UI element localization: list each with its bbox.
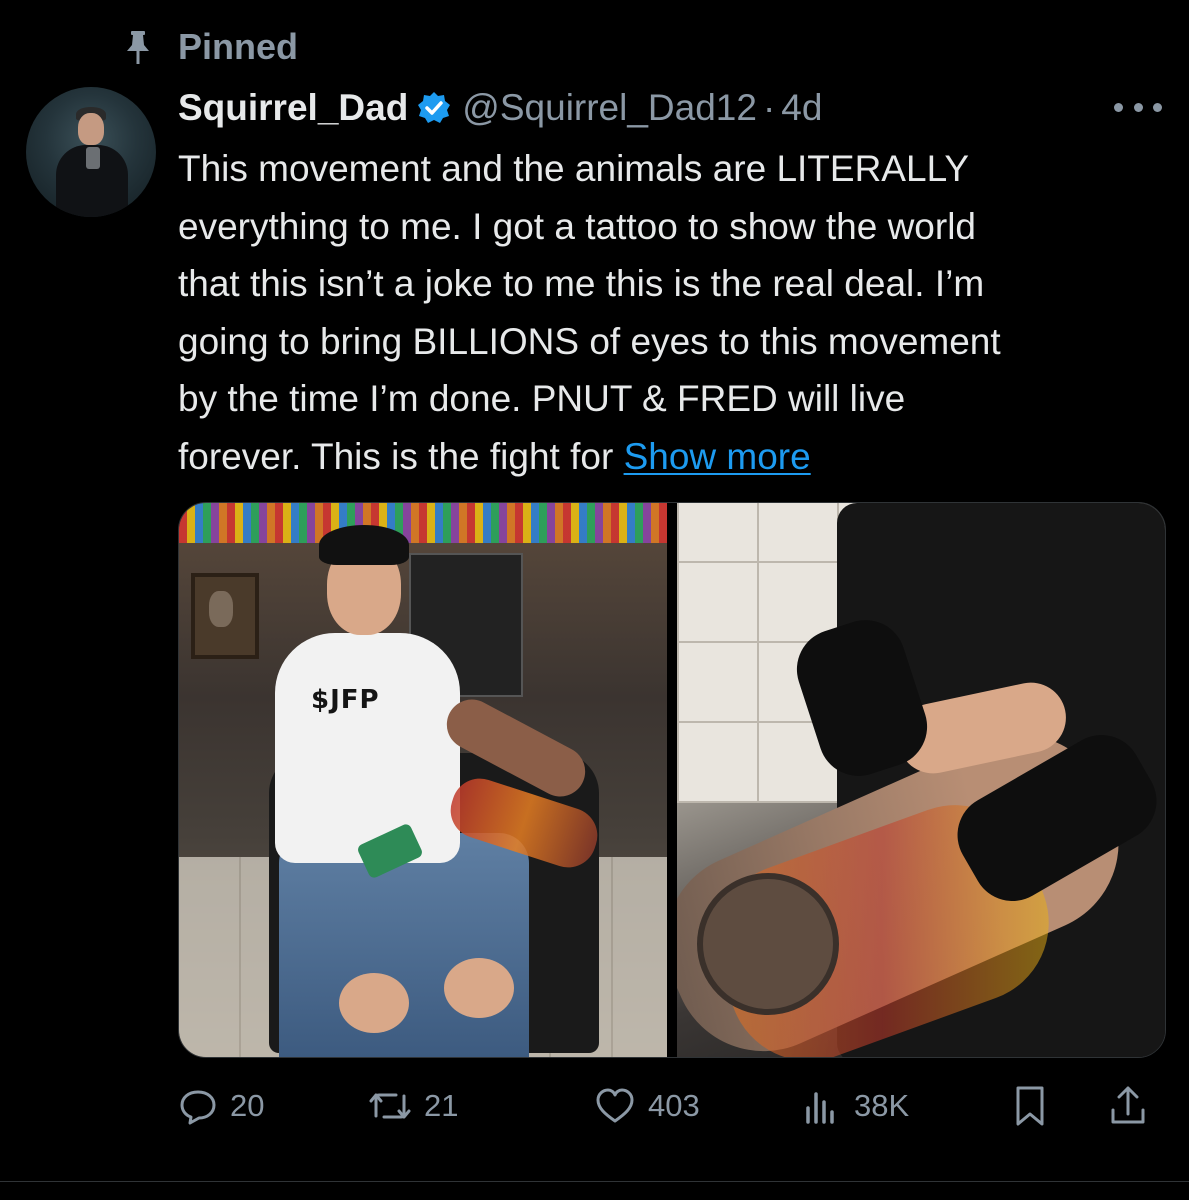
bookmark-icon — [1010, 1084, 1050, 1128]
bookmark-button[interactable] — [1010, 1082, 1050, 1130]
tweet-text-line: This movement and the animals are LITERA… — [178, 148, 970, 189]
tweet-text-line: going to bring BILLIONS of eyes to this … — [178, 320, 1001, 362]
share-icon — [1108, 1084, 1148, 1128]
tattoo-closeup-photo[interactable] — [677, 503, 1165, 1057]
repost-button[interactable]: 21 — [368, 1082, 458, 1130]
separator-dot: · — [762, 87, 776, 128]
verified-badge-icon — [416, 90, 452, 126]
tweet-header: Squirrel_Dad @Squirrel_Dad12 · 4d — [178, 84, 822, 132]
tweet-text-line: by the time I’m done. PNUT & FRED will l… — [178, 378, 906, 419]
like-button[interactable]: 403 — [594, 1082, 700, 1130]
timestamp[interactable]: 4d — [781, 87, 822, 129]
pinned-indicator: Pinned — [118, 24, 298, 70]
reply-button[interactable]: 20 — [178, 1082, 264, 1130]
action-bar: 20 21 403 38K — [178, 1082, 1164, 1130]
tweet-text-line: everything to me. I got a tattoo to show… — [178, 205, 976, 247]
repost-count: 21 — [424, 1088, 459, 1123]
reply-icon — [178, 1086, 218, 1126]
pin-icon — [118, 27, 158, 67]
more-options-icon[interactable] — [1114, 94, 1162, 120]
tweet-text: This movement and the animals are LITERA… — [178, 140, 1168, 485]
tweet-text-line: that this isn’t a joke to me this is the… — [178, 263, 985, 304]
user-handle[interactable]: @Squirrel_Dad12 — [462, 87, 757, 129]
tweet-text-line: forever. This is the fight for — [178, 435, 624, 477]
repost-icon — [368, 1086, 412, 1126]
view-count: 38K — [854, 1088, 910, 1123]
pinned-label: Pinned — [178, 26, 299, 67]
views-button[interactable]: 38K — [802, 1082, 909, 1130]
like-count: 403 — [648, 1088, 700, 1123]
avatar[interactable] — [26, 87, 156, 217]
divider — [0, 1181, 1189, 1182]
tattoo-shop-photo[interactable]: $JFP — [179, 503, 667, 1057]
show-more-link[interactable]: Show more — [624, 436, 811, 477]
share-button[interactable] — [1108, 1082, 1148, 1130]
tweet-text-last-line: forever. This is the fight for Show more — [178, 428, 1168, 486]
display-name[interactable]: Squirrel_Dad — [178, 87, 408, 129]
heart-icon — [594, 1086, 636, 1126]
analytics-icon — [802, 1086, 842, 1126]
shirt-text: $JFP — [311, 685, 380, 715]
media-grid: $JFP — [178, 502, 1166, 1058]
reply-count: 20 — [230, 1088, 265, 1123]
